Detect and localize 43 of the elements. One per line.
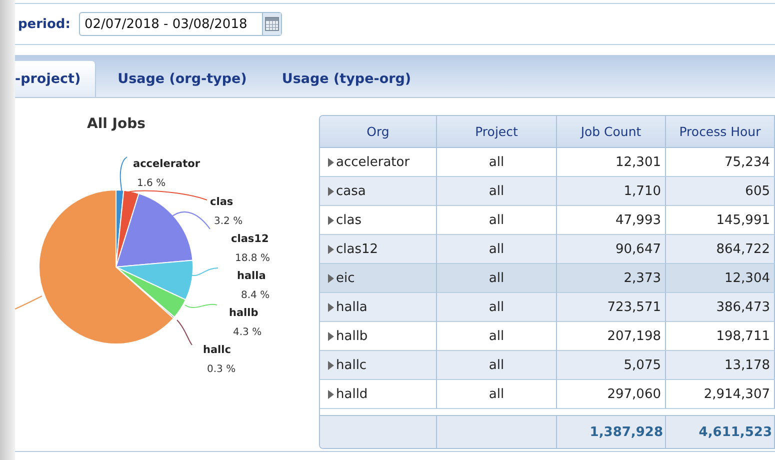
table-cell: all [437,264,557,293]
slice-value: 0.3 % [207,364,236,375]
table-cell: 386,473 [666,293,775,322]
table-cell: 47,993 [557,206,666,235]
table-cell: all [437,351,557,380]
table-cell: all [437,293,557,322]
table-cell: 12,301 [557,148,666,177]
table-cell: 2,373 [557,264,666,293]
total-cell: 4,611,523 [666,416,775,448]
period-label: period: [18,16,70,32]
slice-value: 18.8 % [235,253,270,264]
slice-label: clas [210,196,234,208]
table-cell: 12,304 [666,264,775,293]
table-cell: 75,234 [666,148,775,177]
total-cell: 1,387,928 [557,416,666,448]
slice-label: halla [237,270,266,282]
table-cell: all [437,206,557,235]
table-cell: all [437,148,557,177]
table-cell: 2,914,307 [666,380,775,409]
slice-value: 4.3 % [233,327,262,338]
table-cell: 207,198 [557,322,666,351]
slice-label: hallc [203,344,231,356]
slice-value: 8.4 % [241,290,270,301]
slice-label: clas12 [231,233,269,245]
table-cell: 605 [666,177,775,206]
table-cell: all [437,235,557,264]
slice-value: 1.6 % [137,178,166,189]
table-cell: all [437,380,557,409]
slice-label: accelerator [133,158,200,170]
table-cell: 297,060 [557,380,666,409]
table-cell: 5,075 [557,351,666,380]
slice-label: hallb [229,307,258,319]
slice-value: 3.2 % [214,216,243,227]
table-cell: 864,722 [666,235,775,264]
table-cell: all [437,177,557,206]
table-cell: 13,178 [666,351,775,380]
table-cell: 1,710 [557,177,666,206]
table-cell: 198,711 [666,322,775,351]
table-cell: 90,647 [557,235,666,264]
table-cell: all [437,322,557,351]
table-cell: 145,991 [666,206,775,235]
table-cell: 723,571 [557,293,666,322]
chart-title: All Jobs [87,116,146,132]
